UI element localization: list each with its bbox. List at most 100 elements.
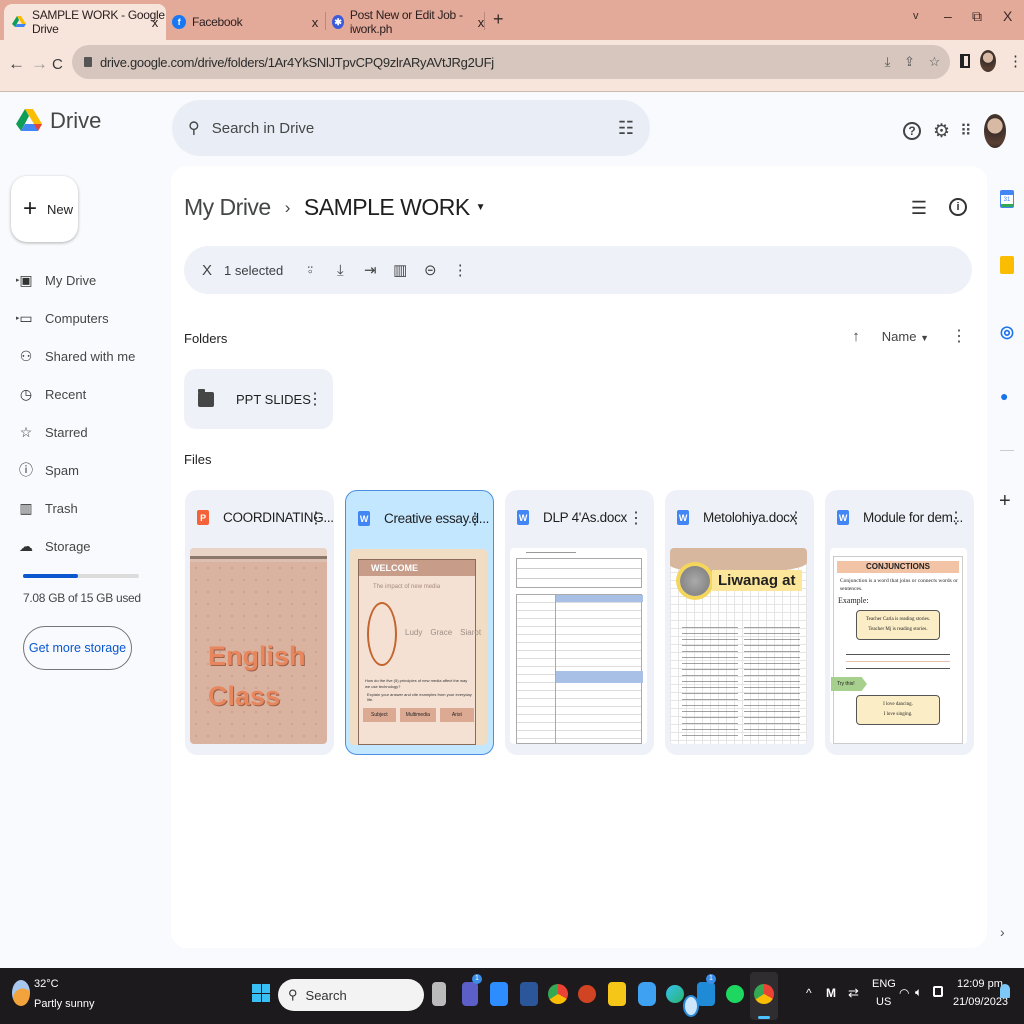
mail-icon[interactable] (697, 982, 715, 1006)
powerpoint-app-icon[interactable] (578, 985, 596, 1003)
file-more-icon[interactable]: ⋮ (467, 509, 483, 529)
file-more-icon[interactable]: ⋮ (788, 508, 804, 528)
folder-dropdown-icon[interactable]: ▼ (476, 202, 486, 213)
messenger-app-icon[interactable] (638, 982, 656, 1006)
file-card[interactable]: W Metolohiya.docx ⋮ Liwanag at (665, 490, 814, 755)
sort-direction-arrow-icon[interactable]: ↑ (852, 328, 860, 345)
get-addons-plus-icon[interactable]: + (999, 490, 1011, 513)
file-card[interactable]: W DLP 4'As.docx ⋮ (505, 490, 654, 755)
weather-temp[interactable]: 32°C (34, 978, 59, 990)
drive-search-bar[interactable]: ⚲ Search in Drive ☷ (172, 100, 650, 156)
breadcrumb-current[interactable]: SAMPLE WORK (304, 194, 470, 221)
volume-icon[interactable]: 🔈︎ (915, 985, 922, 1000)
file-card-selected[interactable]: W Creative essay.d... ⋮ WELCOME The impac… (345, 490, 494, 755)
delete-trash-icon[interactable]: ▥ (385, 261, 415, 279)
wifi-icon[interactable]: ◠ (899, 986, 909, 1000)
browser-menu-icon[interactable]: ⋮ (1008, 52, 1023, 70)
settings-gear-icon[interactable]: ⚙ (933, 120, 950, 143)
search-options-icon[interactable]: ☷ (618, 118, 634, 139)
sidebar-item-computers[interactable]: ▸ ▭ Computers (16, 303, 166, 333)
file-more-icon[interactable]: ⋮ (308, 508, 324, 528)
spotify-icon[interactable] (726, 985, 744, 1003)
teams-icon[interactable] (462, 982, 478, 1006)
file-thumbnail (510, 548, 647, 744)
side-panel-icon[interactable] (960, 54, 970, 68)
battery-icon[interactable] (933, 986, 943, 997)
file-more-icon[interactable]: ⋮ (628, 508, 644, 528)
install-app-icon[interactable]: ⤓ (885, 54, 891, 70)
zoom-icon[interactable] (490, 982, 508, 1006)
restore-button[interactable]: ⧉ (972, 8, 982, 25)
tab-google-drive[interactable]: SAMPLE WORK - Google Drive x (4, 4, 166, 40)
details-info-icon[interactable]: i (949, 198, 967, 216)
tasks-icon[interactable]: ◎ (1000, 322, 1014, 341)
file-explorer-icon[interactable] (608, 982, 626, 1006)
move-icon[interactable]: ⇥ (355, 261, 385, 279)
minimize-button[interactable]: – (944, 8, 952, 24)
close-tab-icon[interactable]: x (312, 15, 319, 30)
sidebar-item-my-drive[interactable]: ▸ ▣ My Drive (16, 265, 166, 295)
sidebar-item-spam[interactable]: ⓘ Spam (16, 455, 166, 485)
drive-logo[interactable]: Drive (16, 108, 101, 134)
forward-button[interactable]: → (31, 54, 48, 74)
clear-selection-icon[interactable]: X (192, 262, 222, 279)
close-window-button[interactable]: X (1003, 8, 1012, 24)
download-icon[interactable]: ⤓ (325, 262, 355, 279)
share-add-person-icon[interactable]: ⍤ (295, 262, 325, 279)
sort-by-button[interactable]: Name ▼ (882, 329, 929, 344)
back-button[interactable]: ← (8, 54, 25, 74)
weather-desc[interactable]: Partly sunny (34, 998, 95, 1010)
language-region[interactable]: US (876, 996, 891, 1008)
copy-link-icon[interactable]: ⊝ (415, 261, 445, 279)
show-hidden-icons-chevron[interactable]: ^ (806, 986, 812, 1000)
list-view-icon[interactable]: ☰ (911, 198, 927, 219)
keep-icon[interactable] (1000, 256, 1014, 274)
reload-button[interactable]: C (52, 56, 63, 73)
chrome-icon[interactable] (548, 984, 568, 1004)
get-more-storage-button[interactable]: Get more storage (23, 626, 132, 670)
sidebar-item-trash[interactable]: ▥ Trash (16, 493, 166, 523)
chrome-profile-icon[interactable] (754, 984, 774, 1004)
profile-avatar[interactable] (980, 50, 996, 72)
file-more-icon[interactable]: ⋮ (948, 508, 964, 528)
folders-more-icon[interactable]: ⋮ (951, 326, 967, 346)
word-app-icon[interactable] (520, 982, 538, 1006)
apps-grid-icon[interactable]: ⠿ (960, 121, 972, 141)
file-card[interactable]: W Module for dem... ⋮ CONJUNCTIONS Conjun… (825, 490, 974, 755)
url-bar[interactable]: drive.google.com/drive/folders/1Ar4YkSNl… (72, 45, 950, 79)
tab-facebook[interactable]: f Facebook x (172, 4, 322, 40)
sidebar-item-starred[interactable]: ☆ Starred (16, 417, 166, 447)
account-avatar[interactable] (983, 114, 1006, 148)
taskbar-search[interactable]: ⚲ Search (278, 979, 699, 1017)
help-icon[interactable]: ? (903, 122, 921, 140)
tray-app-icon[interactable]: M (826, 986, 836, 1000)
notification-bell-icon[interactable] (1000, 984, 1010, 998)
edge-icon[interactable] (666, 985, 684, 1003)
file-card[interactable]: P COORDINATING... ⋮ English Class (185, 490, 334, 755)
tray-sync-icon[interactable]: ⇄ (848, 985, 859, 1001)
bookmark-star-icon[interactable]: ☆ (929, 54, 941, 70)
close-tab-icon[interactable]: x (152, 15, 159, 30)
tab-iwork[interactable]: ✱ Post New or Edit Job - iwork.ph x (332, 4, 484, 40)
expand-caret-icon[interactable]: ▸ (16, 314, 20, 322)
sidebar-item-storage[interactable]: ☁ Storage (16, 531, 166, 561)
new-tab-button[interactable]: + (493, 9, 504, 30)
folder-item[interactable]: PPT SLIDES ⋮ (184, 369, 333, 429)
more-actions-icon[interactable]: ⋮ (445, 261, 475, 279)
share-icon[interactable]: ⇪ (904, 54, 915, 70)
clock-time[interactable]: 12:09 pm (957, 978, 1003, 990)
language-code[interactable]: ENG (872, 978, 896, 990)
sidebar-item-shared-with-me[interactable]: ⚇ Shared with me (16, 341, 166, 371)
weather-icon[interactable] (12, 980, 30, 1006)
tab-search-dropdown-icon[interactable]: v (913, 10, 919, 22)
show-side-panel-chevron-icon[interactable]: › (1000, 924, 1005, 940)
contacts-icon[interactable]: ● (1000, 388, 1014, 406)
task-view-icon[interactable] (432, 982, 446, 1006)
folder-more-icon[interactable]: ⋮ (307, 389, 323, 409)
new-button[interactable]: + New (11, 176, 78, 242)
expand-caret-icon[interactable]: ▸ (16, 276, 20, 284)
sidebar-item-recent[interactable]: ◷ Recent (16, 379, 166, 409)
calendar-icon[interactable]: 31 (1000, 190, 1014, 208)
windows-start-icon[interactable] (252, 984, 270, 1002)
breadcrumb-parent[interactable]: My Drive (184, 194, 271, 221)
